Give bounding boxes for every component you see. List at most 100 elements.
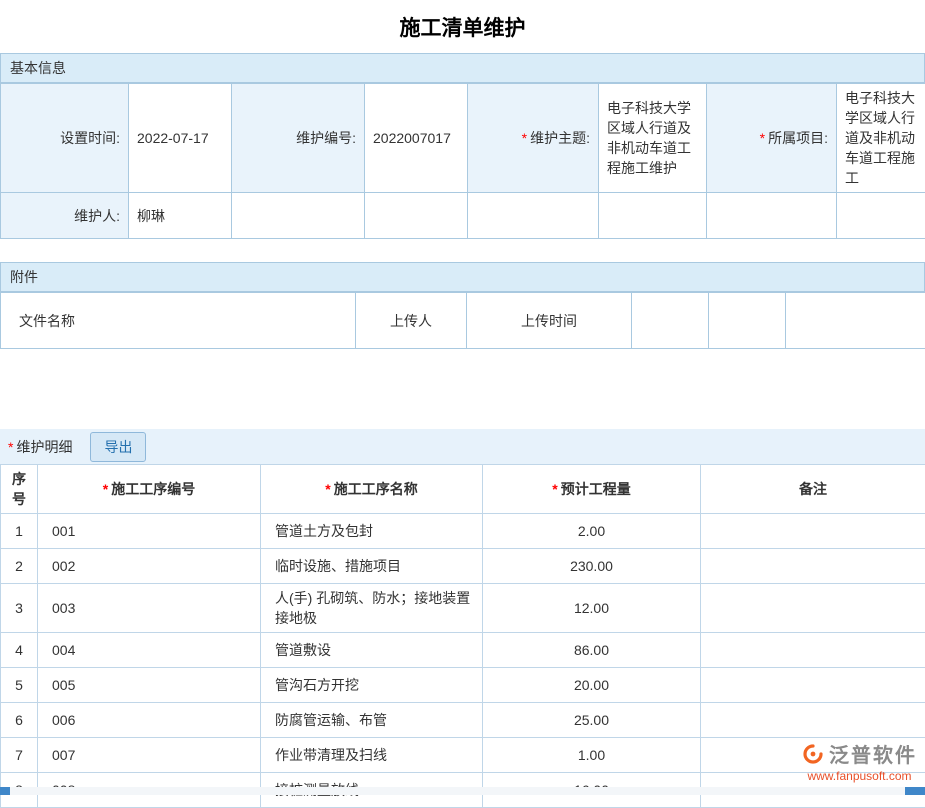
- cell-qty: 230.00: [483, 549, 701, 584]
- field-value-maintainer: 柳琳: [129, 193, 232, 239]
- col-header-qty: *预计工程量: [483, 465, 701, 514]
- field-label-set-time: 设置时间:: [1, 84, 129, 193]
- table-row: 5 005 管沟石方开挖 20.00: [1, 668, 925, 703]
- cell-name: 人(手) 孔砌筑、防水；接地装置接地极: [261, 584, 483, 633]
- field-value-maint-subject: 电子科技大学区域人行道及非机动车道工程施工维护: [599, 84, 707, 193]
- cell-remark: [701, 703, 925, 738]
- cell-name: 管道土方及包封: [261, 514, 483, 549]
- empty-cell: [365, 193, 468, 239]
- table-row: 2 002 临时设施、措施项目 230.00: [1, 549, 925, 584]
- section-header-attachments: 附件: [0, 262, 925, 292]
- attach-col-filename: 文件名称: [1, 293, 356, 349]
- table-row: 1 001 管道土方及包封 2.00: [1, 514, 925, 549]
- field-label-project: *所属项目:: [707, 84, 837, 193]
- required-marker: *: [552, 481, 557, 497]
- fanpusoft-logo-icon: [802, 743, 824, 765]
- cell-name: 临时设施、措施项目: [261, 549, 483, 584]
- scrollbar-left-thumb[interactable]: [0, 787, 10, 795]
- cell-remark: [701, 549, 925, 584]
- cell-qty: 25.00: [483, 703, 701, 738]
- empty-cell: [707, 193, 837, 239]
- cell-seq: 1: [1, 514, 38, 549]
- required-marker: *: [325, 481, 330, 497]
- cell-code: 007: [38, 738, 261, 773]
- empty-cell: [232, 193, 365, 239]
- cell-qty: 20.00: [483, 668, 701, 703]
- basic-info-title: 基本信息: [10, 60, 66, 76]
- cell-name: 作业带清理及扫线: [261, 738, 483, 773]
- cell-qty: 86.00: [483, 633, 701, 668]
- table-row: 3 003 人(手) 孔砌筑、防水；接地装置接地极 12.00: [1, 584, 925, 633]
- vendor-watermark: 泛普软件 www.fanpusoft.com: [802, 739, 917, 783]
- vendor-url: www.fanpusoft.com: [802, 769, 917, 783]
- detail-table: 序号 *施工工序编号 *施工工序名称 *预计工程量 备注 1 001 管道土方及…: [0, 464, 925, 808]
- field-label-text: 所属项目:: [768, 130, 828, 146]
- empty-cell: [709, 293, 786, 349]
- table-row: 4 004 管道敷设 86.00: [1, 633, 925, 668]
- cell-code: 006: [38, 703, 261, 738]
- required-marker: *: [8, 439, 13, 455]
- field-value-set-time: 2022-07-17: [129, 84, 232, 193]
- cell-remark: [701, 668, 925, 703]
- field-label-maint-no: 维护编号:: [232, 84, 365, 193]
- detail-header-row: 序号 *施工工序编号 *施工工序名称 *预计工程量 备注: [1, 465, 925, 514]
- scrollbar-right-thumb[interactable]: [905, 787, 925, 795]
- col-header-text: 施工工序编号: [111, 481, 195, 497]
- col-header-text: 施工工序名称: [334, 481, 418, 497]
- cell-seq: 2: [1, 549, 38, 584]
- cell-remark: [701, 514, 925, 549]
- attachments-empty-area: [0, 349, 925, 429]
- cell-qty: 2.00: [483, 514, 701, 549]
- cell-name: 管道敷设: [261, 633, 483, 668]
- table-row: 6 006 防腐管运输、布管 25.00: [1, 703, 925, 738]
- required-marker: *: [103, 481, 108, 497]
- attachments-title: 附件: [10, 269, 38, 285]
- section-header-detail: * 维护明细 导出: [0, 429, 925, 464]
- empty-cell: [786, 293, 925, 349]
- cell-seq: 6: [1, 703, 38, 738]
- vendor-name: 泛普软件: [829, 739, 917, 768]
- col-header-text: 预计工程量: [561, 481, 631, 497]
- cell-qty: 1.00: [483, 738, 701, 773]
- field-label-maintainer: 维护人:: [1, 193, 129, 239]
- empty-cell: [599, 193, 707, 239]
- basic-info-table: 设置时间: 2022-07-17 维护编号: 2022007017 *维护主题:…: [0, 83, 925, 239]
- section-header-basic-info: 基本信息: [0, 53, 925, 83]
- field-label-text: 维护主题:: [530, 130, 590, 146]
- page-title: 施工清单维护: [0, 0, 925, 53]
- attach-col-uploader: 上传人: [356, 293, 467, 349]
- required-marker: *: [760, 130, 765, 146]
- detail-title: 维护明细: [16, 437, 72, 457]
- cell-code: 001: [38, 514, 261, 549]
- field-label-maint-subject: *维护主题:: [468, 84, 599, 193]
- cell-name: 管沟石方开挖: [261, 668, 483, 703]
- cell-code: 003: [38, 584, 261, 633]
- cell-remark: [701, 584, 925, 633]
- field-value-maint-no: 2022007017: [365, 84, 468, 193]
- col-header-code: *施工工序编号: [38, 465, 261, 514]
- field-value-project: 电子科技大学区域人行道及非机动车道工程施工: [837, 84, 925, 193]
- col-header-remark: 备注: [701, 465, 925, 514]
- cell-qty: 12.00: [483, 584, 701, 633]
- cell-code: 004: [38, 633, 261, 668]
- table-row: 7 007 作业带清理及扫线 1.00: [1, 738, 925, 773]
- cell-name: 防腐管运输、布管: [261, 703, 483, 738]
- required-marker: *: [522, 130, 527, 146]
- cell-seq: 4: [1, 633, 38, 668]
- section-gap: [0, 239, 925, 262]
- empty-cell: [632, 293, 709, 349]
- horizontal-scrollbar[interactable]: [0, 787, 925, 795]
- cell-remark: [701, 633, 925, 668]
- cell-seq: 3: [1, 584, 38, 633]
- cell-seq: 7: [1, 738, 38, 773]
- empty-cell: [837, 193, 925, 239]
- col-header-name: *施工工序名称: [261, 465, 483, 514]
- col-header-seq: 序号: [1, 465, 38, 514]
- attachments-table: 文件名称 上传人 上传时间: [0, 292, 925, 349]
- basic-info-table-clip: 设置时间: 2022-07-17 维护编号: 2022007017 *维护主题:…: [0, 83, 925, 239]
- attach-col-upload-time: 上传时间: [467, 293, 632, 349]
- empty-cell: [468, 193, 599, 239]
- cell-code: 005: [38, 668, 261, 703]
- export-button[interactable]: 导出: [90, 432, 146, 462]
- cell-seq: 5: [1, 668, 38, 703]
